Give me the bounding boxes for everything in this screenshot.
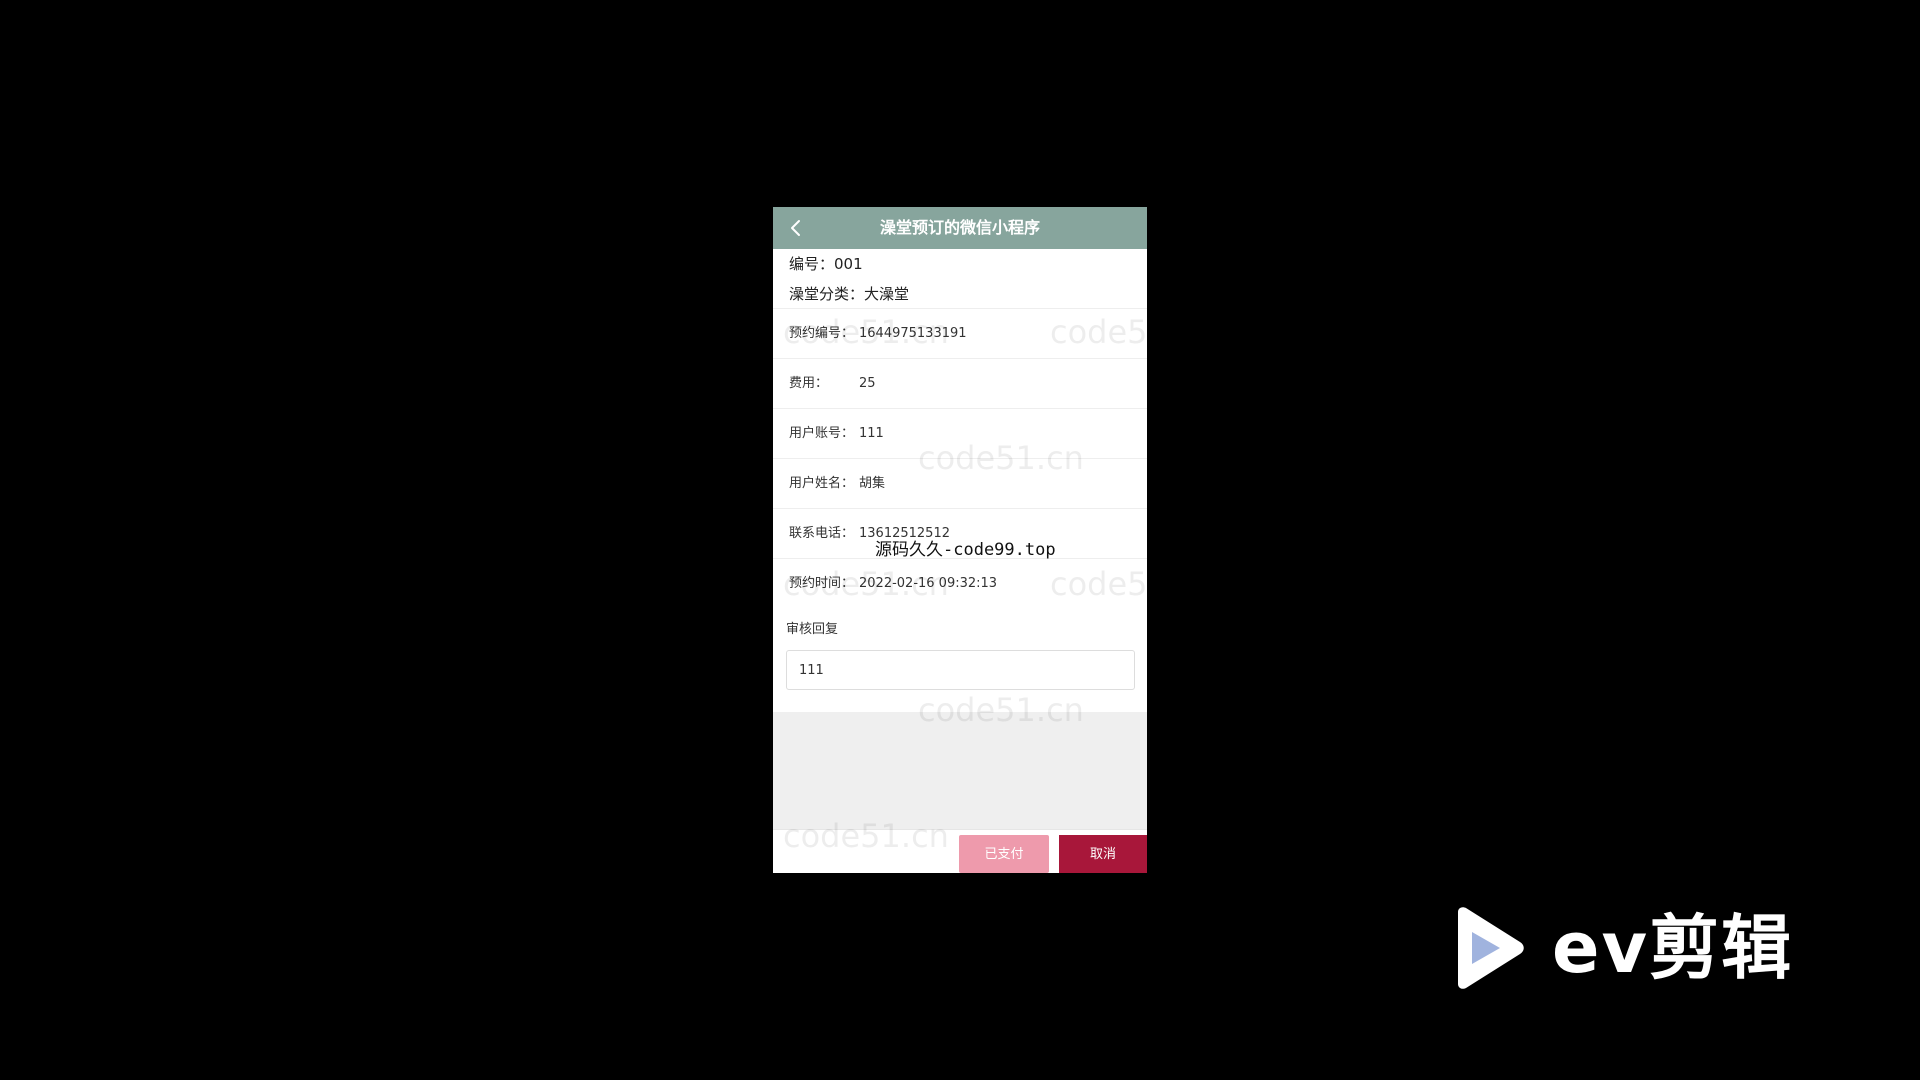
detail-value: 111 <box>859 426 884 441</box>
watermark: code51.cn <box>783 817 949 855</box>
page-title: 澡堂预订的微信小程序 <box>879 218 1040 237</box>
watermark: code51.cn <box>918 439 1084 477</box>
review-reply-label: 审核回复 <box>786 622 839 637</box>
detail-label: 联系电话： <box>789 526 855 541</box>
ev-brand-logo: ev剪辑 <box>1448 906 1828 990</box>
brand-text: ev剪辑 <box>1552 907 1794 989</box>
watermark: code51.cn <box>1050 565 1147 603</box>
navbar: 澡堂预订的微信小程序 <box>773 207 1147 249</box>
review-reply-input[interactable] <box>786 650 1135 690</box>
header-info: 编号：001 澡堂分类：大澡堂 <box>789 249 1129 309</box>
detail-row-fee: 费用： 25 <box>773 359 1147 409</box>
video-frame: 澡堂预订的微信小程序 编号：001 澡堂分类：大澡堂 预约编号： 1644975… <box>0 0 1920 1080</box>
category-line: 澡堂分类：大澡堂 <box>789 279 1129 309</box>
detail-label: 用户姓名： <box>789 476 855 491</box>
mini-program-screen: 澡堂预订的微信小程序 编号：001 澡堂分类：大澡堂 预约编号： 1644975… <box>773 207 1147 873</box>
play-icon <box>1458 907 1524 989</box>
source-watermark: 源码久久-code99.top <box>875 540 1056 560</box>
number-value: 001 <box>834 255 863 273</box>
number-label: 编号： <box>789 255 835 273</box>
empty-area <box>773 712 1147 829</box>
number-line: 编号：001 <box>789 249 1129 279</box>
watermark: code51.cn <box>783 313 949 351</box>
detail-value: 25 <box>859 376 876 391</box>
detail-value: 胡集 <box>859 476 886 491</box>
detail-label: 费用： <box>789 376 829 391</box>
category-label: 澡堂分类： <box>789 285 865 303</box>
detail-label: 用户账号： <box>789 426 855 441</box>
watermark: code51.cn <box>1050 313 1147 351</box>
cancel-button[interactable]: 取消 <box>1059 835 1147 873</box>
paid-button[interactable]: 已支付 <box>959 835 1049 873</box>
watermark: code51.cn <box>783 565 949 603</box>
category-value: 大澡堂 <box>864 285 910 303</box>
watermark: code51.cn <box>918 691 1084 729</box>
